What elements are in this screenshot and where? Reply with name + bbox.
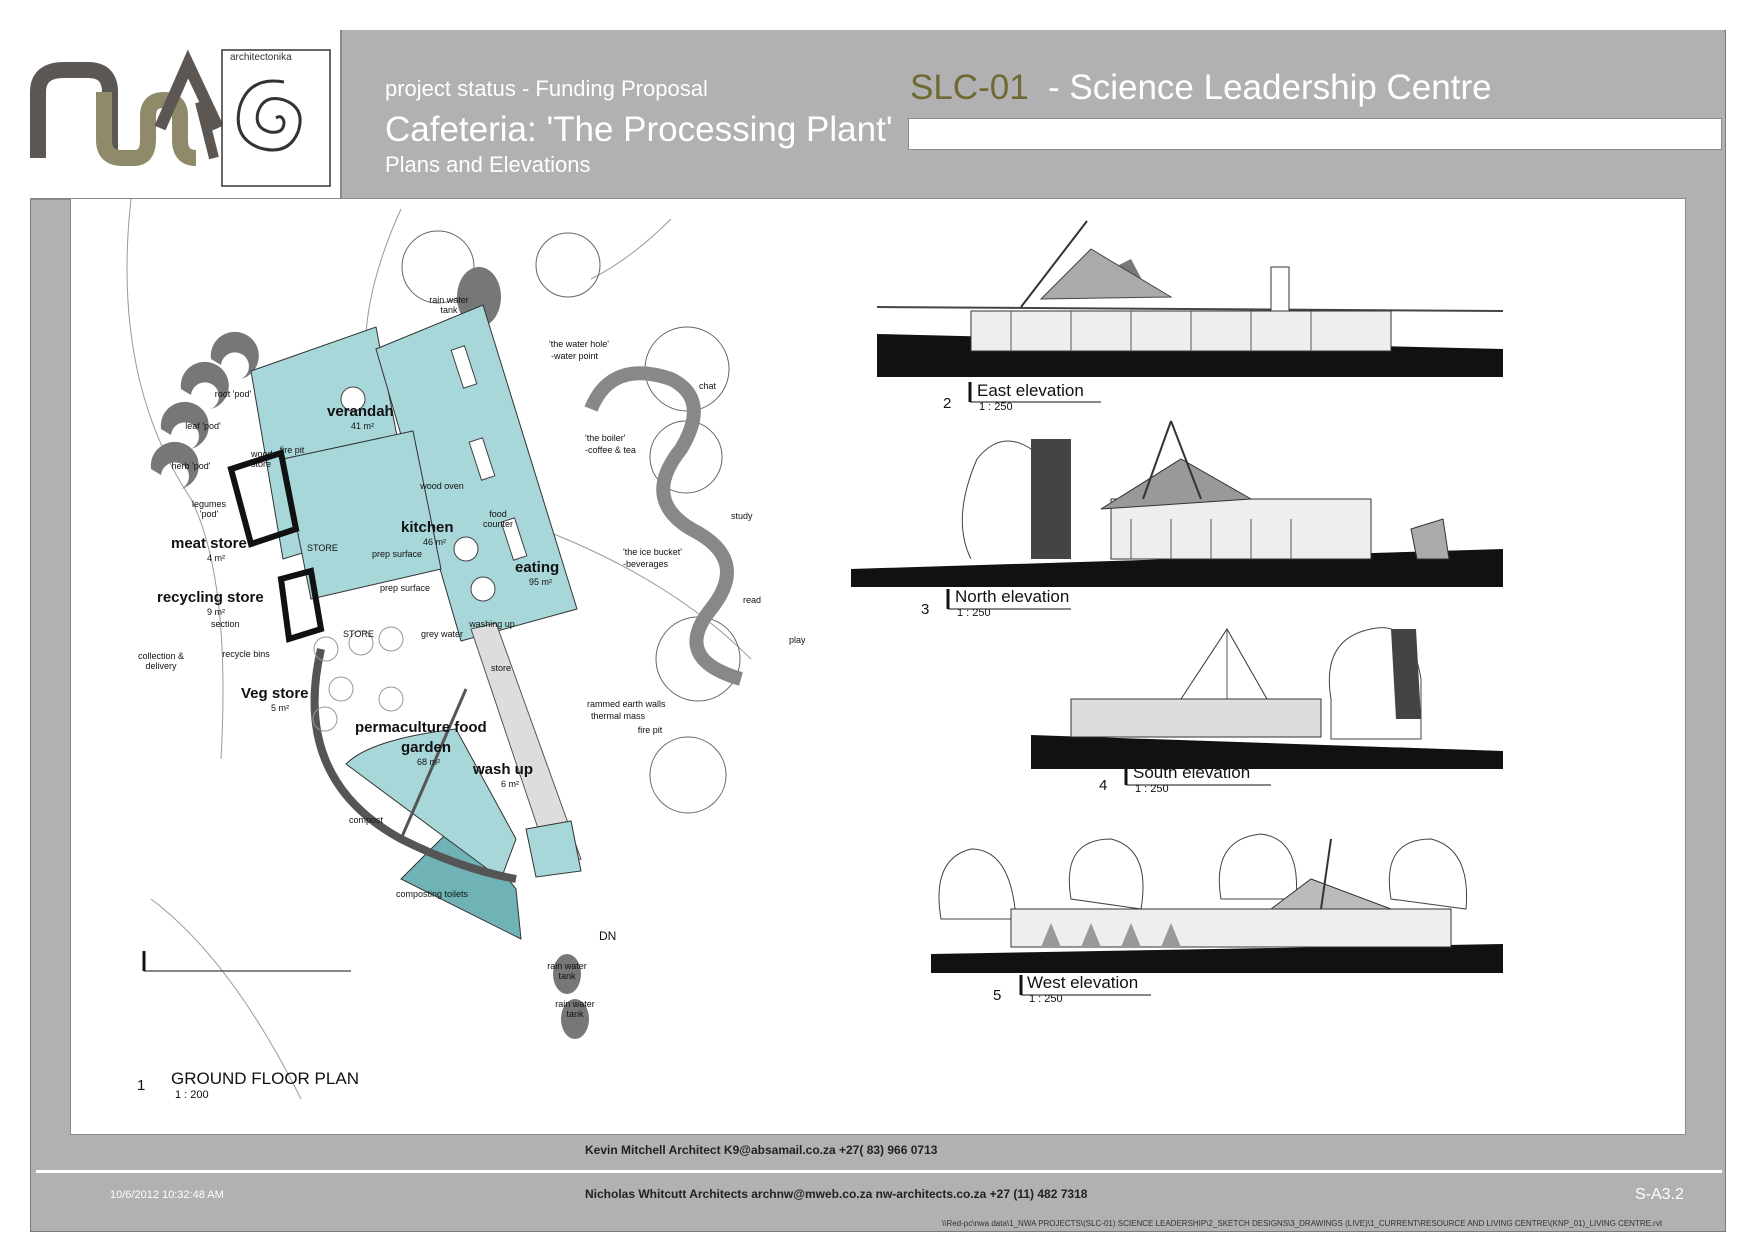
project-name: - Science Leadership Centre (1048, 68, 1492, 107)
drawing-graphics (126, 198, 1504, 1100)
label-water-point: -water point (551, 351, 599, 361)
north-elevation-number: 3 (921, 601, 930, 618)
label-store-3: store (491, 663, 512, 673)
room-recycling-store-area: 9 m² (207, 607, 225, 617)
label-section: section (211, 619, 240, 629)
label-composting-toilets: composting toilets (395, 889, 469, 899)
west-elevation-drawing (931, 833, 1503, 973)
room-veg-store-area: 5 m² (271, 703, 289, 713)
room-eating-area: 95 m² (529, 577, 553, 587)
south-elevation-drawing (1031, 627, 1503, 769)
room-veg-store: Veg store (241, 685, 309, 702)
label-root-pod: root 'pod' (214, 389, 252, 399)
label-store-2: STORE (343, 629, 374, 639)
print-timestamp: 10/6/2012 10:32:48 AM (110, 1189, 224, 1201)
north-elevation-scale: 1 : 250 (957, 607, 991, 619)
east-elevation-title: East elevation (977, 381, 1084, 400)
room-meat-store: meat store (171, 535, 247, 552)
label-compost: compost (348, 815, 383, 825)
label-store-1: STORE (307, 543, 338, 553)
label-leaf-pod: leaf 'pod' (185, 421, 221, 431)
plan-scale: 1 : 200 (175, 1089, 209, 1101)
project-status: project status - Funding Proposal (385, 76, 708, 101)
south-elevation-scale: 1 : 250 (1135, 783, 1169, 795)
label-read: read (743, 595, 762, 605)
west-elevation-number: 5 (993, 987, 1002, 1004)
north-elevation-drawing (851, 420, 1503, 587)
label-food-counter: food counter (482, 509, 514, 529)
room-recycling-store: recycling store (157, 589, 264, 606)
west-elevation-scale: 1 : 250 (1029, 993, 1063, 1005)
room-kitchen-area: 46 m² (423, 537, 447, 547)
sheet-subtitle: Plans and Elevations (385, 152, 591, 177)
logo-seal-text: architectonika (230, 52, 292, 63)
sheet-number: S-A3.2 (1635, 1186, 1684, 1203)
label-rain-water-tank-3: rain water tank (555, 999, 595, 1019)
south-elevation-number: 4 (1099, 777, 1108, 794)
room-permaculture: permaculture food (355, 719, 487, 736)
drawing-area: verandah 41 m² kitchen 46 m² eating 95 m… (70, 198, 1686, 1135)
room-kitchen: kitchen (401, 519, 454, 536)
title-strip (908, 118, 1722, 150)
room-meat-store-area: 4 m² (207, 553, 225, 563)
room-wash-up: wash up (473, 761, 534, 778)
logo-panel: architectonika (30, 30, 342, 200)
label-water-hole: 'the water hole' (549, 339, 609, 349)
label-herb-pod: herb 'pod' (171, 461, 211, 471)
label-legumes-pod: legumes 'pod' (191, 499, 227, 519)
label-recycle-bins: recycle bins (222, 649, 270, 659)
nwa-logo (30, 49, 331, 187)
label-thermal-mass: thermal mass (591, 711, 646, 721)
label-chat: chat (699, 381, 717, 391)
label-wood-store: wood store (251, 449, 273, 469)
label-prep-surface-1: prep surface (371, 549, 423, 559)
room-garden-area: 68 m² (417, 757, 441, 767)
label-beverages: -beverages (623, 559, 669, 569)
label-prep-surface-2: prep surface (379, 583, 431, 593)
label-the-boiler: 'the boiler' (585, 433, 626, 443)
label-washing-up: washing up (469, 619, 515, 629)
plan-number: 1 (137, 1077, 146, 1094)
room-garden: garden (401, 739, 452, 756)
east-elevation-number: 2 (943, 395, 952, 412)
label-study: study (731, 511, 753, 521)
label-play: play (789, 635, 806, 645)
room-verandah-area: 41 m² (351, 421, 375, 431)
file-path: \\Red-pc\nwa data\1_NWA PROJECTS\(SLC-01… (942, 1219, 1663, 1228)
project-code: SLC-01 (910, 68, 1029, 107)
label-wood-oven: wood oven (420, 481, 464, 491)
label-fire-pit-2: fire pit (637, 725, 663, 735)
south-elevation-title: South elevation (1133, 763, 1251, 782)
contact-kevin-mitchell: Kevin Mitchell Architect K9@absamail.co.… (585, 1143, 938, 1157)
contact-nicholas-whitcutt: Nicholas Whitcutt Architects archnw@mweb… (585, 1187, 1088, 1201)
room-eating: eating (515, 559, 560, 576)
footer-divider (36, 1170, 1722, 1173)
west-elevation-title: West elevation (1027, 973, 1139, 992)
room-wash-up-area: 6 m² (501, 779, 519, 789)
north-elevation-title: North elevation (955, 587, 1070, 606)
label-grey-water: grey water (420, 629, 464, 639)
label-ice-bucket: 'the ice bucket' (623, 547, 682, 557)
label-collection-delivery: collection & delivery (137, 651, 185, 671)
east-elevation-drawing (876, 220, 1504, 377)
label-coffee-tea: -coffee & tea (585, 445, 636, 455)
sheet-title: Cafeteria: 'The Processing Plant' (385, 110, 893, 149)
label-dn: DN (599, 929, 617, 943)
room-verandah: verandah (327, 403, 394, 420)
label-rammed-earth: rammed earth walls (587, 699, 666, 709)
label-rain-water-tank-1: rain water tank (429, 295, 469, 315)
plan-title: GROUND FLOOR PLAN (171, 1069, 359, 1088)
east-elevation-scale: 1 : 250 (979, 401, 1013, 413)
label-rain-water-tank-2: rain water tank (547, 961, 587, 981)
label-fire-pit-1: fire pit (279, 445, 305, 455)
